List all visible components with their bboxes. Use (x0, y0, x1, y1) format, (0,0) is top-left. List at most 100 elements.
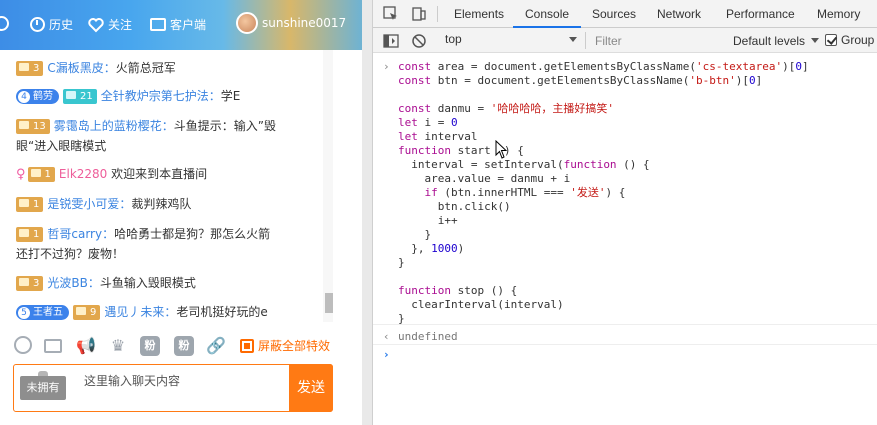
levels-label: Default levels (733, 34, 806, 48)
levels-dropdown[interactable]: Default levels (733, 34, 820, 48)
follow-label: 关注 (108, 18, 133, 32)
chat-scrollbar-thumb[interactable] (325, 293, 333, 313)
input-chevron-icon: › (383, 60, 390, 73)
group-similar-checkbox[interactable]: Group (825, 33, 874, 47)
chat-text-cont: 还打不过狗？废物！ (16, 247, 125, 261)
inspect-icon[interactable] (383, 6, 399, 22)
female-icon: ♀ (16, 167, 26, 182)
code-token: i++ (398, 214, 458, 227)
code-line: } (398, 256, 405, 270)
code-token: interval (424, 130, 478, 143)
chat-username[interactable]: Elk2280 (59, 167, 107, 181)
fan-card-icon[interactable]: 粉 (140, 336, 160, 356)
mouse-cursor-icon (495, 140, 508, 159)
chat-text: 火箭总冠军 (115, 61, 176, 75)
chevron-down-icon (569, 37, 577, 42)
fan-badge: 3 (16, 276, 44, 291)
search-glyph (0, 16, 9, 31)
context-value: top (445, 32, 462, 46)
emoji-icon[interactable] (14, 336, 32, 354)
envelope-icon[interactable] (44, 339, 62, 353)
fan-badge: 1 (27, 167, 55, 182)
code-token: let (398, 116, 425, 129)
code-token: () { (616, 158, 650, 171)
code-line: const area = document.getElementsByClass… (398, 60, 809, 74)
tab-memory[interactable]: Memory (817, 7, 860, 21)
code-token: 0 (451, 116, 458, 129)
tab-console[interactable]: Console (525, 7, 569, 21)
code-token: ] (755, 74, 763, 87)
panel-divider[interactable] (362, 0, 372, 425)
chat-toolbar: 📢 ♛ 粉 粉 🔗 屏蔽全部特效 (14, 336, 344, 358)
history-link[interactable]: 历史 (30, 16, 73, 33)
tab-elements[interactable]: Elements (454, 7, 504, 21)
tab-network[interactable]: Network (657, 7, 701, 21)
filter-input[interactable]: Filter (595, 34, 622, 48)
chat-message: 13 雾霭岛上的蓝粉樱花：斗鱼提示：输入”毁 眼“进入眼瞎模式 (16, 116, 326, 156)
code-token: )[ (735, 74, 750, 87)
tab-performance[interactable]: Performance (726, 7, 795, 21)
fan-badge: 21 (63, 89, 97, 104)
context-select[interactable]: top (445, 32, 577, 49)
device-toggle-icon[interactable] (411, 6, 427, 22)
avatar[interactable] (236, 12, 258, 34)
rank-badge: 5 王者五 (16, 305, 69, 320)
chat-message: 5 王者五 9 遇见丿未来：老司机挺好玩的e (16, 302, 326, 322)
code-line: const btn = document.getElementsByClassN… (398, 74, 762, 88)
fan-gift-icon[interactable]: 粉 (174, 336, 194, 356)
code-token: btn = document.getElementsByClassName( (437, 74, 690, 87)
code-line: let i = 0 (398, 116, 458, 130)
hide-effects-toggle[interactable]: 屏蔽全部特效 (240, 337, 330, 354)
chat-username[interactable]: 雾霭岛上的蓝粉樱花： (54, 119, 174, 133)
user-menu[interactable]: sunshine0017 (262, 16, 346, 30)
follow-link[interactable]: 关注 (88, 16, 132, 33)
not-owned-badge[interactable]: 未拥有 (20, 371, 66, 400)
code-token: interval = setInterval( (398, 158, 564, 171)
devtools-panel: Elements Console Sources Network Perform… (372, 0, 877, 425)
code-token: 'b-btn' (689, 74, 736, 87)
code-token: '哈哈哈哈，主播好搞笑' (490, 102, 614, 115)
megaphone-icon[interactable]: 📢 (76, 336, 96, 356)
prompt-chevron-icon[interactable]: › (383, 348, 390, 361)
chat-username[interactable]: C漏板黑皮： (47, 61, 115, 75)
client-label: 客户端 (170, 18, 207, 32)
sidebar-toggle-icon[interactable] (383, 33, 399, 49)
tab-sources[interactable]: Sources (592, 7, 636, 21)
code-token: area.value = danmu + i (398, 172, 571, 185)
search-icon[interactable] (0, 16, 9, 31)
chat-scrollbar[interactable] (323, 50, 333, 322)
chat-input[interactable] (84, 371, 284, 391)
chat-message: 1 哲哥carry：哈哈勇士都是狗？那怎么火箭 还打不过狗？废物！ (16, 224, 326, 264)
code-token: )[ (782, 60, 796, 73)
link-icon[interactable]: 🔗 (206, 336, 226, 356)
send-button[interactable]: 发送 (289, 364, 333, 412)
code-line: if (btn.innerHTML === '发送') { (398, 186, 626, 200)
result-value: undefined (398, 330, 458, 343)
clock-icon (30, 17, 45, 32)
separator (585, 32, 586, 49)
code-token: 0 (749, 74, 756, 87)
separator (373, 344, 877, 345)
chat-text-cont: 眼“进入眼瞎模式 (16, 139, 107, 153)
code-token: const (398, 102, 438, 115)
chat-username[interactable]: 遇见丿未来： (104, 305, 176, 319)
chat-message: 1 是锐雯小可爱：裁判辣鸡队 (16, 194, 326, 214)
chat-username[interactable]: 是锐雯小可爱： (47, 197, 131, 211)
code-token: '发送' (570, 186, 606, 199)
username-label: sunshine0017 (262, 16, 347, 30)
crown-icon[interactable]: ♛ (108, 336, 128, 356)
clear-console-icon[interactable] (411, 33, 427, 49)
chat-message: 3 C漏板黑皮：火箭总冠军 (16, 58, 326, 78)
chat-panel: 历史 关注 客户端 sunshine0017 3 C漏板黑皮：火箭总冠军 4 鹤劳 2… (0, 0, 372, 425)
chat-username[interactable]: 光波BB： (47, 276, 99, 290)
group-label: Group (841, 33, 875, 47)
client-link[interactable]: 客户端 (150, 16, 206, 33)
chat-username[interactable]: 哲哥carry： (47, 227, 114, 241)
chat-text: 欢迎来到本直播间 (111, 167, 208, 181)
code-token: const (398, 60, 438, 73)
code-line: } (398, 228, 431, 242)
screen: 历史 关注 客户端 sunshine0017 3 C漏板黑皮：火箭总冠军 4 鹤劳 2… (0, 0, 877, 425)
chat-username[interactable]: 全针教炉宗第七护法： (101, 89, 221, 103)
code-token: function (398, 284, 458, 297)
